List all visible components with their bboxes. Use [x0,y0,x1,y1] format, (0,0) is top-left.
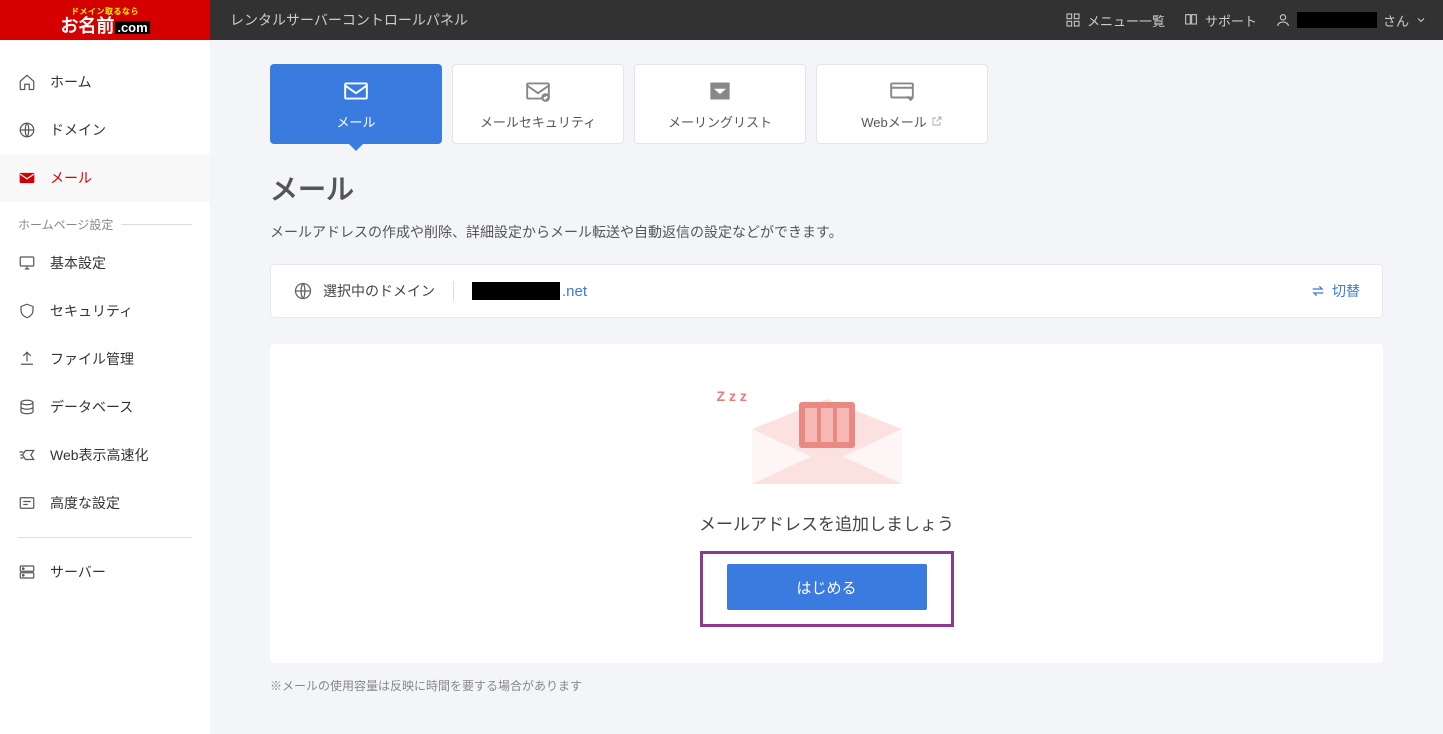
page-description: メールアドレスの作成や削除、詳細設定からメール転送や自動返信の設定などができます… [270,222,1383,242]
domain-label: 選択中のドメイン [323,281,435,301]
sidebar-label: データベース [50,397,133,417]
tab-label: メーリングリスト [668,112,772,131]
page-title: メール [270,168,1383,208]
brand-logo[interactable]: ドメイン取るなら お名前 .com [0,0,210,40]
user-menu[interactable]: さん [1275,11,1427,30]
sidebar-label: ホーム [50,72,92,92]
sidebar-item-security[interactable]: セキュリティ [0,287,210,335]
database-icon [18,398,36,416]
sidebar-item-home[interactable]: ホーム [0,58,210,106]
footer-note: ※メールの使用容量は反映に時間を要する場合があります [270,677,1383,694]
sidebar-label: メール [50,168,92,188]
globe-icon [293,281,313,301]
book-icon [1183,12,1199,28]
start-highlight-box: はじめる [700,551,954,627]
app-title: レンタルサーバーコントロールパネル [230,10,468,30]
globe-icon [18,121,36,139]
sidebar-label: Web表示高速化 [50,445,149,465]
shield-icon [18,302,36,320]
grid-icon [1065,12,1081,28]
tab-label: Webメール [861,112,927,131]
upload-icon [18,350,36,368]
user-suffix: さん [1383,11,1409,30]
sidebar-label: 基本設定 [50,253,106,273]
sidebar-item-domain[interactable]: ドメイン [0,106,210,154]
sidebar-item-basic[interactable]: 基本設定 [0,239,210,287]
tab-webmail[interactable]: Webメール [816,64,988,144]
sidebar-section-homepage: ホームページ設定 [0,202,210,239]
domain-tld: .net [562,283,587,300]
empty-state-message: メールアドレスを追加しましょう [699,510,954,535]
sidebar-label: ファイル管理 [50,349,134,369]
sleeping-mail-illustration: Z z z [737,384,917,494]
settings-icon [18,494,36,512]
mail-list-icon [704,78,736,104]
tabs: メール メールセキュリティ メーリングリスト Webメール [270,64,1383,144]
switch-label: 切替 [1332,281,1360,301]
tab-mailing-list[interactable]: メーリングリスト [634,64,806,144]
sidebar: ホーム ドメイン メール ホームページ設定 基本設定 セキュリティ ファイル管理… [0,40,210,734]
support-link[interactable]: サポート [1183,11,1257,30]
sidebar-item-database[interactable]: データベース [0,383,210,431]
sidebar-label: 高度な設定 [50,493,120,513]
logo-tagline: ドメイン取るなら [71,6,139,17]
empty-state-panel: Z z z メールアドレスを追加しましょう はじめる [270,344,1383,663]
sidebar-item-advanced[interactable]: 高度な設定 [0,479,210,527]
sidebar-label: サーバー [50,562,106,582]
sidebar-label: ドメイン [50,120,106,140]
sidebar-divider [18,537,192,538]
monitor-icon [18,254,36,272]
start-button[interactable]: はじめる [727,564,927,610]
chevron-down-icon [1415,14,1427,26]
logo-dotcom: .com [115,21,149,34]
external-link-icon [931,115,943,127]
swap-icon [1310,283,1326,299]
tab-label: メール [336,112,375,131]
switch-domain-button[interactable]: 切替 [1310,281,1360,301]
sidebar-item-server[interactable]: サーバー [0,548,210,596]
mail-icon [18,169,36,187]
domain-bar: 選択中のドメイン .net 切替 [270,264,1383,318]
selected-domain: .net [472,282,587,300]
user-icon [1275,12,1291,28]
mail-icon [340,78,372,104]
tab-mail-security[interactable]: メールセキュリティ [452,64,624,144]
logo-name: お名前 [60,17,114,35]
menu-list-link[interactable]: メニュー一覧 [1065,11,1165,30]
sidebar-label: セキュリティ [50,301,133,321]
server-icon [18,563,36,581]
domain-name-redacted [472,282,560,300]
home-icon [18,73,36,91]
speed-icon [18,446,36,464]
sidebar-item-speed[interactable]: Web表示高速化 [0,431,210,479]
tab-label: メールセキュリティ [480,112,596,131]
user-name-redacted [1297,12,1377,28]
mail-shield-icon [522,78,554,104]
menu-list-label: メニュー一覧 [1087,11,1165,30]
sidebar-item-file[interactable]: ファイル管理 [0,335,210,383]
webmail-icon [886,78,918,104]
support-label: サポート [1205,11,1257,30]
sidebar-item-mail[interactable]: メール [0,154,210,202]
tab-mail[interactable]: メール [270,64,442,144]
